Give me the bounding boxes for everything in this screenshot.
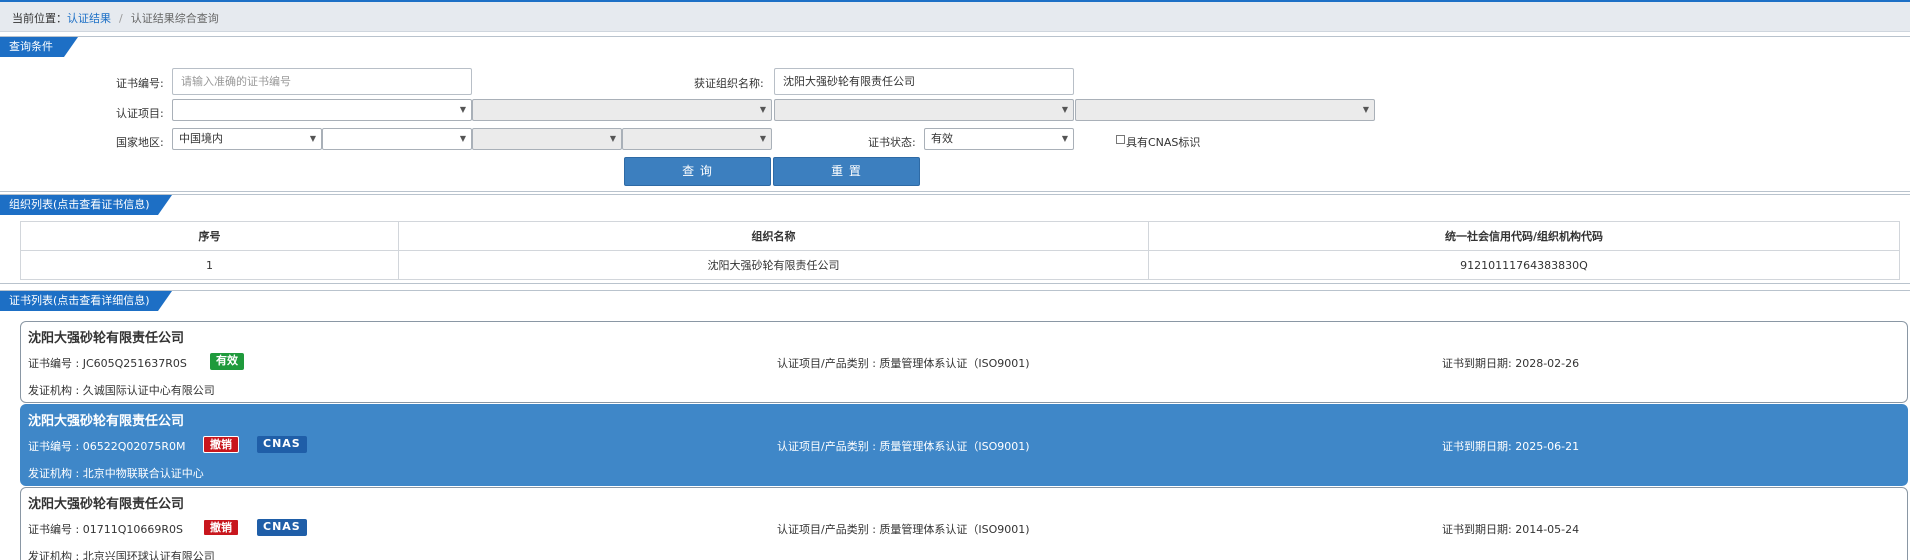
cert-card-issuer: 发证机构 : 北京中物联联合认证中心 <box>28 467 204 480</box>
region-select-value: 中国境内 <box>179 132 223 145</box>
breadcrumb-prefix: 当前位置： <box>12 12 67 25</box>
chevron-down-icon: ▼ <box>609 134 616 143</box>
cert-card-item: 认证项目/产品类别 : 质量管理体系认证（ISO9001) <box>777 357 1030 370</box>
cert-item-select-4[interactable]: ▼ <box>1075 99 1375 121</box>
region-select-2[interactable]: ▼ <box>322 128 472 150</box>
region-select-4[interactable]: ▼ <box>622 128 772 150</box>
col-header-org-name: 组织名称 <box>398 221 1149 251</box>
cert-card-selected[interactable]: 沈阳大强砂轮有限责任公司 证书编号 : 06522Q02075R0M 撤销 CN… <box>20 404 1908 486</box>
org-name-label: 获证组织名称: <box>694 77 764 90</box>
table-row[interactable]: 1 沈阳大强砂轮有限责任公司 91210111764383830Q <box>20 250 1900 280</box>
cert-card-cert-no: 证书编号 : JC605Q251637R0S <box>28 357 187 370</box>
cert-item-select-2[interactable]: ▼ <box>472 99 772 121</box>
cert-card-title: 沈阳大强砂轮有限责任公司 <box>28 497 185 512</box>
query-panel-tab: 查询条件 <box>0 37 78 57</box>
region-select-1[interactable]: 中国境内 ▼ <box>172 128 322 150</box>
search-button[interactable]: 查 询 <box>624 157 771 186</box>
status-badge-revoked: 撤销 <box>203 436 239 453</box>
region-select-3[interactable]: ▼ <box>472 128 622 150</box>
cert-card-issuer: 发证机构 : 北京兴国环球认证有限公司 <box>28 550 215 560</box>
cert-card-issuer: 发证机构 : 久诚国际认证中心有限公司 <box>28 384 215 397</box>
cell-org-name: 沈阳大强砂轮有限责任公司 <box>398 250 1149 280</box>
cnas-badge: CNAS <box>257 519 307 536</box>
cert-card-title: 沈阳大强砂轮有限责任公司 <box>28 414 185 429</box>
cert-card-item: 认证项目/产品类别 : 质量管理体系认证（ISO9001) <box>777 440 1030 453</box>
cert-item-select-3[interactable]: ▼ <box>774 99 1074 121</box>
org-table-header-row: 序号 组织名称 统一社会信用代码/组织机构代码 <box>20 221 1900 251</box>
cert-list-panel-tab: 证书列表(点击查看详细信息) <box>0 291 172 311</box>
cert-card-expiry: 证书到期日期: 2014-05-24 <box>1442 523 1580 536</box>
cert-card-title: 沈阳大强砂轮有限责任公司 <box>28 331 185 346</box>
chevron-down-icon: ▼ <box>1061 134 1068 143</box>
cert-card-cert-no: 证书编号 : 01711Q10669R0S <box>28 523 183 536</box>
cnas-checkbox[interactable] <box>1116 135 1125 144</box>
chevron-down-icon: ▼ <box>459 134 466 143</box>
status-select[interactable]: 有效 ▼ <box>924 128 1074 150</box>
cell-credit-code: 91210111764383830Q <box>1148 250 1900 280</box>
cnas-badge: CNAS <box>257 436 307 453</box>
chevron-down-icon: ▼ <box>1362 105 1369 114</box>
org-list-panel-tab: 组织列表(点击查看证书信息) <box>0 195 172 215</box>
cell-index: 1 <box>20 250 399 280</box>
chevron-down-icon: ▼ <box>759 105 766 114</box>
reset-button[interactable]: 重 置 <box>773 157 920 186</box>
breadcrumb: 当前位置：认证结果 / 认证结果综合查询 <box>0 2 1910 32</box>
chevron-down-icon: ▼ <box>309 134 316 143</box>
cert-item-select-1[interactable]: ▼ <box>172 99 472 121</box>
cert-no-label: 证书编号: <box>116 77 164 90</box>
org-list-panel: 组织列表(点击查看证书信息) 序号 组织名称 统一社会信用代码/组织机构代码 1… <box>0 194 1910 284</box>
col-header-credit-code: 统一社会信用代码/组织机构代码 <box>1148 221 1900 251</box>
cnas-checkbox-label: 具有CNAS标识 <box>1126 136 1201 149</box>
status-select-value: 有效 <box>931 132 953 145</box>
cert-card[interactable]: 沈阳大强砂轮有限责任公司 证书编号 : 01711Q10669R0S 撤销 CN… <box>20 487 1908 560</box>
breadcrumb-separator: / <box>119 12 123 25</box>
cert-card-expiry: 证书到期日期: 2028-02-26 <box>1442 357 1580 370</box>
query-panel: 查询条件 证书编号: 请输入准确的证书编号 获证组织名称: 沈阳大强砂轮有限责任… <box>0 36 1910 192</box>
chevron-down-icon: ▼ <box>1061 105 1068 114</box>
breadcrumb-current: 认证结果综合查询 <box>130 12 219 25</box>
org-table: 序号 组织名称 统一社会信用代码/组织机构代码 1 沈阳大强砂轮有限责任公司 9… <box>20 221 1900 280</box>
cert-card-item: 认证项目/产品类别 : 质量管理体系认证（ISO9001) <box>777 523 1030 536</box>
cert-card[interactable]: 沈阳大强砂轮有限责任公司 证书编号 : JC605Q251637R0S 有效 认… <box>20 321 1908 403</box>
org-name-input[interactable]: 沈阳大强砂轮有限责任公司 <box>774 68 1074 95</box>
chevron-down-icon: ▼ <box>759 134 766 143</box>
status-badge-valid: 有效 <box>210 353 244 370</box>
cert-card-expiry: 证书到期日期: 2025-06-21 <box>1442 440 1580 453</box>
status-label: 证书状态: <box>868 136 916 149</box>
region-label: 国家地区: <box>116 136 164 149</box>
col-header-index: 序号 <box>20 221 399 251</box>
cert-item-label: 认证项目: <box>116 107 164 120</box>
cert-card-cert-no: 证书编号 : 06522Q02075R0M <box>28 440 186 453</box>
cert-list-panel: 证书列表(点击查看详细信息) 沈阳大强砂轮有限责任公司 证书编号 : JC605… <box>0 290 1910 560</box>
cert-no-input[interactable]: 请输入准确的证书编号 <box>172 68 472 95</box>
breadcrumb-link-results[interactable]: 认证结果 <box>67 12 111 25</box>
status-badge-revoked: 撤销 <box>203 519 239 536</box>
chevron-down-icon: ▼ <box>459 105 466 114</box>
